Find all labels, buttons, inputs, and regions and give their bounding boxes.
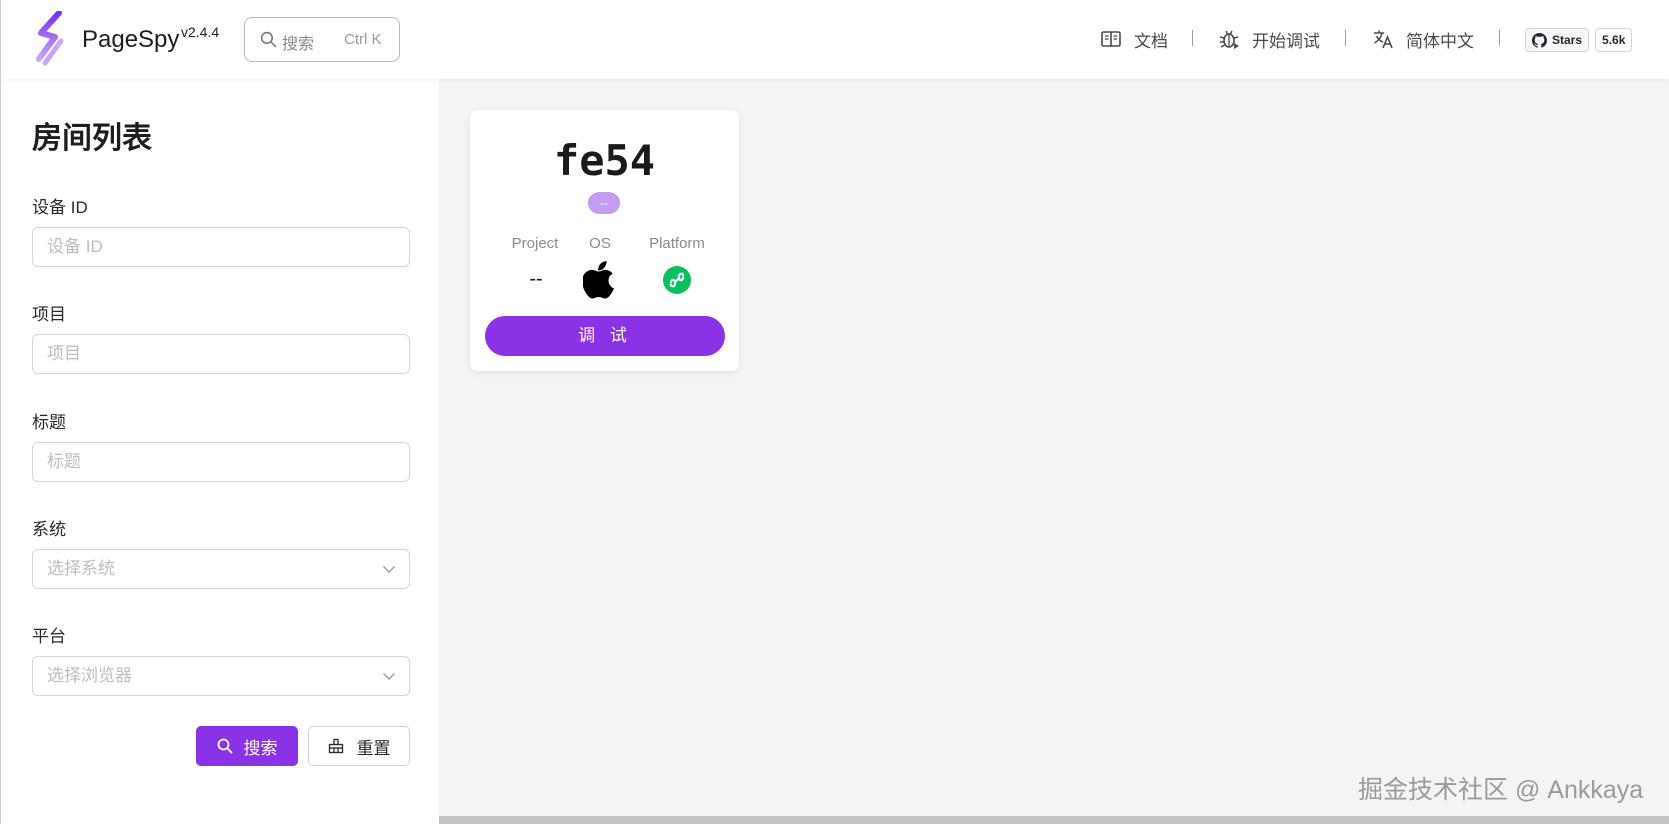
mini-program-icon [663,266,691,294]
nav-divider [1345,30,1346,46]
title-label: 标题 [32,413,66,432]
os-select[interactable]: 选择系统 [32,549,410,589]
chevron-down-icon [383,566,395,573]
room-id: fe54 [553,136,656,185]
nav-divider [1499,30,1500,46]
github-stars-button[interactable]: Stars [1525,28,1590,52]
nav-docs[interactable]: 文档 [1100,25,1168,53]
platform-meta-label: Platform [649,235,705,252]
bug-icon [1219,30,1239,49]
nav-start-debug-label: 开始调试 [1252,31,1320,51]
project-placeholder: 项目 [47,344,81,363]
device-id-placeholder: 设备 ID [47,237,103,256]
room-filter-sidebar: 房间列表 设备 ID 设备 ID 项目 项目 标题 标题 系统 选择系统 平台 … [0,79,439,824]
nav-divider [1192,30,1193,46]
page-title: 房间列表 [32,122,152,155]
room-card: fe54 -- Project OS Platform -- 调 试 [470,110,739,371]
github-stars-label: Stars [1552,33,1583,47]
os-label: 系统 [32,520,66,539]
book-icon [1101,31,1121,47]
broom-icon [328,738,343,754]
nav-docs-label: 文档 [1134,31,1168,51]
watermark-text: 掘金技术社区 @ Ankkaya [1358,776,1644,804]
nav-language[interactable]: 简体中文 [1372,25,1474,53]
device-id-input[interactable]: 设备 ID [32,227,410,267]
search-button[interactable]: 搜索 [196,726,298,766]
nav-start-debug[interactable]: 开始调试 [1218,25,1320,53]
title-input[interactable]: 标题 [32,442,410,482]
reset-button[interactable]: 重置 [308,726,410,766]
nav-language-label: 简体中文 [1406,31,1474,51]
pagespy-logo-icon[interactable] [33,11,71,67]
project-meta-label: Project [511,235,559,252]
version-label: v2.4.4 [181,24,220,40]
project-meta-value: -- [529,268,543,290]
os-select-placeholder: 选择系统 [47,559,115,578]
search-icon [217,738,233,754]
project-input[interactable]: 项目 [32,334,410,374]
title-placeholder: 标题 [47,452,81,471]
brand-name[interactable]: PageSpy [82,26,179,54]
doc-search-button[interactable]: 搜索 Ctrl K [244,17,400,62]
project-label: 项目 [32,305,66,324]
platform-select-placeholder: 选择浏览器 [47,666,132,685]
github-stars-count[interactable]: 5.6k [1595,28,1633,52]
apple-icon [583,261,614,299]
translate-icon [1374,30,1393,49]
search-placeholder: 搜索 [282,36,315,53]
search-button-label: 搜索 [243,738,278,758]
top-header: PageSpy v2.4.4 搜索 Ctrl K 文档 开始调试 简体中文 St… [0,0,1669,79]
search-shortcut: Ctrl K [344,31,382,48]
search-icon [260,31,277,48]
horizontal-scrollbar[interactable] [439,816,1669,824]
debug-button[interactable]: 调 试 [485,316,725,356]
chevron-down-icon [383,673,395,680]
os-meta-label: OS [589,235,611,252]
reset-button-label: 重置 [356,738,391,758]
room-tag-badge: -- [588,192,620,214]
platform-label: 平台 [32,627,66,646]
github-icon [1532,32,1547,48]
device-id-label: 设备 ID [32,198,88,217]
github-stars-widget: Stars 5.6k [1525,28,1633,53]
platform-select[interactable]: 选择浏览器 [32,656,410,696]
